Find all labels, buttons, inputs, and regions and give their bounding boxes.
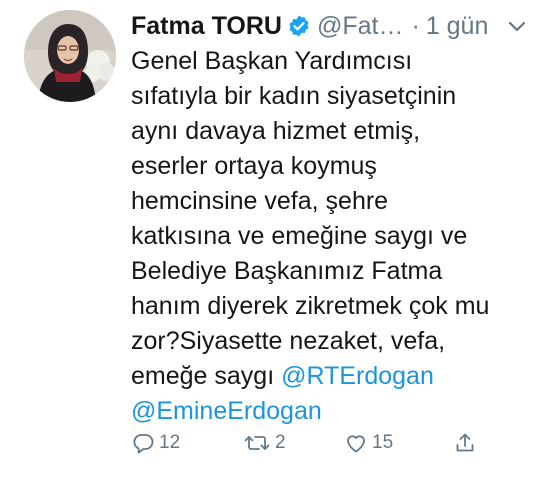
mention-link[interactable]: @EmineErdogan bbox=[131, 397, 322, 425]
share-button[interactable] bbox=[453, 428, 477, 458]
timestamp[interactable]: 1 gün bbox=[426, 12, 489, 41]
tweet-actions: 12 2 15 bbox=[131, 428, 511, 458]
tweet-text-line: emeğe saygı @RTErdogan bbox=[131, 362, 434, 390]
reply-count: 12 bbox=[159, 432, 181, 453]
tweet-text: Genel Başkan Yardımcısı sıfatıyla bir ka… bbox=[131, 44, 531, 429]
mention-link[interactable]: @RTErdogan bbox=[281, 362, 434, 390]
retweet-icon bbox=[244, 436, 270, 450]
verified-badge-icon bbox=[287, 14, 311, 38]
avatar-image bbox=[24, 10, 116, 102]
tweet-text-line: Genel Başkan Yardımcısı bbox=[131, 47, 413, 75]
reply-button[interactable]: 12 bbox=[131, 428, 180, 458]
tweet-text-line: @EmineErdogan bbox=[131, 394, 531, 429]
reply-icon bbox=[133, 434, 154, 454]
tweet-header: Fatma TORU @Fat… · 1 gün bbox=[131, 8, 528, 44]
tweet-text-line: hemcinsine vefa, şehre bbox=[131, 187, 389, 215]
tweet-text-line: aynı davaya hizmet etmiş, bbox=[131, 117, 421, 145]
retweet-button[interactable]: 2 bbox=[243, 428, 286, 458]
tweet-text-line: Belediye Başkanımız Fatma bbox=[131, 257, 443, 285]
tweet-text-line: eserler ortaya koymuş bbox=[131, 152, 377, 180]
avatar[interactable] bbox=[24, 10, 116, 102]
display-name[interactable]: Fatma TORU bbox=[131, 12, 282, 41]
tweet-text-line: hanım diyerek zikretmek çok mu bbox=[131, 292, 490, 320]
like-button[interactable]: 15 bbox=[344, 428, 393, 458]
like-count: 15 bbox=[372, 432, 394, 453]
tweet-text-line: zor?Siyasette nezaket, vefa, bbox=[131, 327, 446, 355]
tweet[interactable]: Fatma TORU @Fat… · 1 gün Genel Başkan Ya… bbox=[0, 0, 542, 480]
tweet-text-line: katkısına ve emeğine saygı ve bbox=[131, 222, 468, 250]
retweet-count: 2 bbox=[275, 432, 286, 453]
chevron-down-icon[interactable] bbox=[506, 15, 528, 37]
tweet-text-line: sıfatıyla bir kadın siyasetçinin bbox=[131, 82, 457, 110]
handle[interactable]: @Fat… bbox=[317, 12, 404, 41]
separator-dot: · bbox=[411, 11, 420, 40]
share-icon bbox=[456, 433, 474, 452]
heart-icon bbox=[347, 435, 365, 453]
